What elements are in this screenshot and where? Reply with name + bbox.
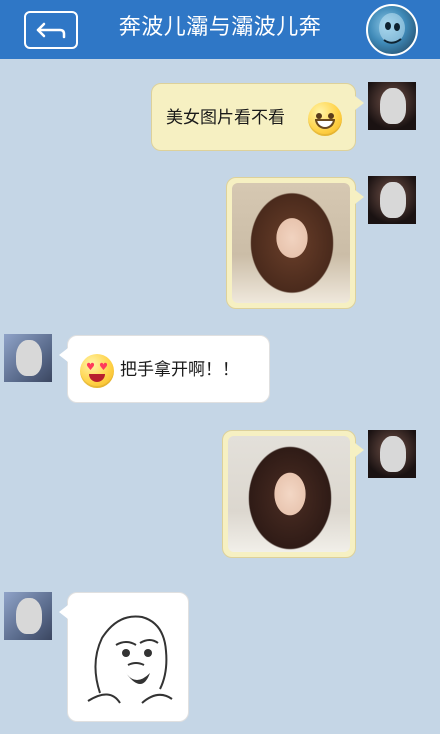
photo-girl-smiling bbox=[228, 436, 350, 552]
avatar-face bbox=[380, 88, 406, 124]
image-message-bubble[interactable] bbox=[222, 430, 364, 558]
my-avatar[interactable] bbox=[368, 82, 416, 130]
message-bubble[interactable]: 美女图片看不看 bbox=[151, 83, 364, 151]
heart-eyes-emoji-icon: ♥ ♥ bbox=[80, 354, 114, 388]
avatar-face bbox=[380, 182, 406, 218]
contact-avatar[interactable] bbox=[366, 4, 418, 56]
my-avatar[interactable] bbox=[368, 176, 416, 224]
meme-face-icon bbox=[87, 615, 173, 704]
message-bubble[interactable]: ♥ ♥ 把手拿开啊！！ bbox=[59, 335, 270, 403]
image-message-bubble[interactable] bbox=[59, 592, 189, 722]
chat-header: 奔波儿灞与灞波儿奔 bbox=[0, 0, 440, 59]
friend-avatar[interactable] bbox=[4, 334, 52, 382]
friend-avatar[interactable] bbox=[4, 592, 52, 640]
message-text: 把手拿开啊！！ bbox=[120, 360, 239, 380]
back-arrow-icon bbox=[36, 22, 66, 39]
back-button[interactable] bbox=[24, 11, 78, 49]
avatar-face bbox=[380, 436, 406, 472]
grin-emoji-icon bbox=[308, 102, 342, 136]
emoji-mouth bbox=[315, 119, 335, 129]
heart-eye: ♥ bbox=[86, 362, 95, 373]
chat-title: 奔波儿灞与灞波儿奔 bbox=[118, 15, 322, 40]
avatar-face bbox=[16, 598, 42, 634]
my-avatar[interactable] bbox=[368, 430, 416, 478]
avatar-icon bbox=[379, 13, 405, 44]
heart-eye: ♥ bbox=[99, 362, 108, 373]
message-text: 美女图片看不看 bbox=[166, 108, 285, 128]
image-message-bubble[interactable] bbox=[226, 177, 364, 309]
y-u-no-meme bbox=[80, 603, 176, 711]
emoji-mouth bbox=[89, 374, 105, 382]
photo-girl-covering-mouth bbox=[232, 183, 350, 303]
avatar-face bbox=[16, 340, 42, 376]
